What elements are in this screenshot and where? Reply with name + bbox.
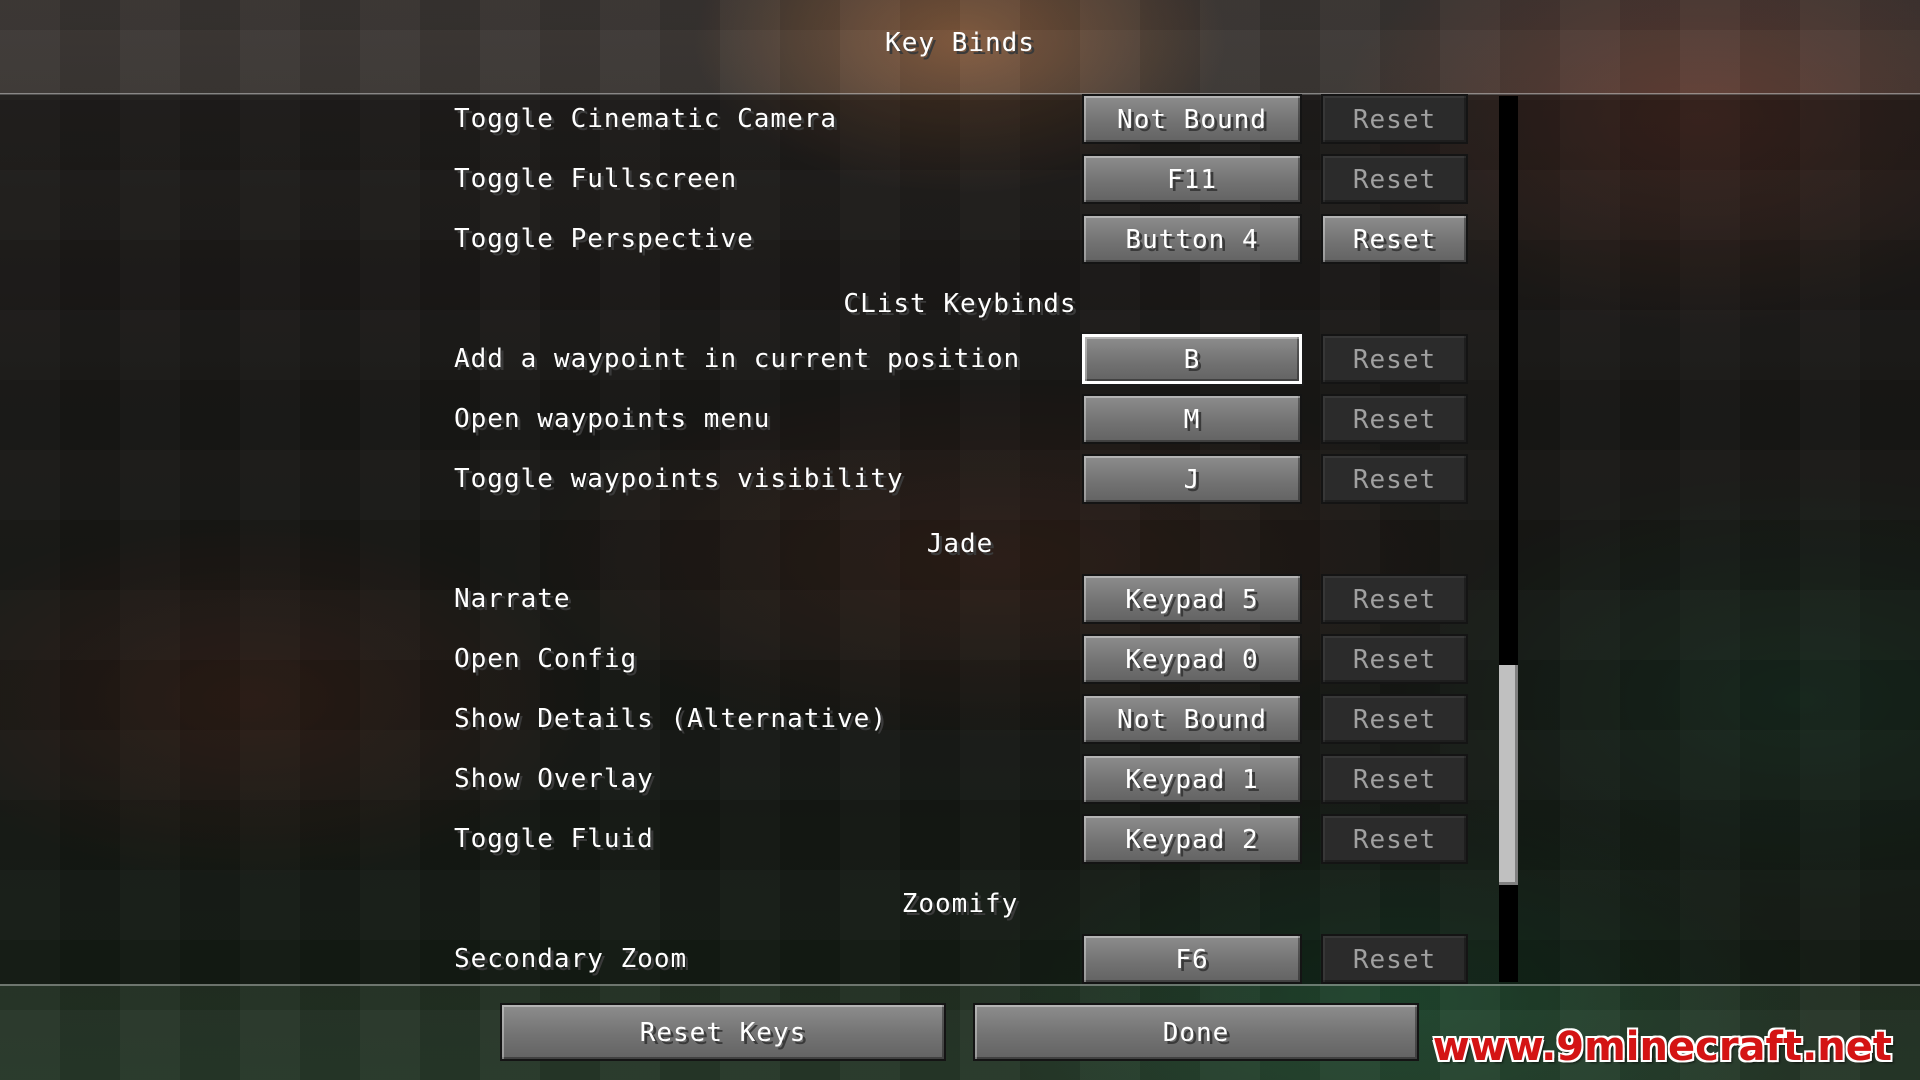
key-button-open-waypoints-menu[interactable]: M <box>1082 394 1302 444</box>
key-button-toggle-cinematic-camera[interactable]: Not Bound <box>1082 94 1302 144</box>
list-bottom-divider <box>0 984 1920 986</box>
key-button-toggle-fullscreen[interactable]: F11 <box>1082 154 1302 204</box>
reset-keys-button[interactable]: Reset Keys <box>500 1003 946 1061</box>
key-button-show-details-alternative[interactable]: Not Bound <box>1082 694 1302 744</box>
reset-button-toggle-waypoints-visibility[interactable]: Reset <box>1321 454 1468 504</box>
keybind-label: Add a waypoint in current position <box>454 344 1021 374</box>
keybind-row-toggle-fullscreen: Toggle Fullscreen F11 Reset <box>0 154 1920 204</box>
keybind-label: Toggle Cinematic Camera <box>454 104 838 134</box>
key-button-toggle-fluid[interactable]: Keypad 2 <box>1082 814 1302 864</box>
category-header-zoomify: Zoomify <box>901 889 1019 919</box>
keybind-row-open-config: Open Config Keypad 0 Reset <box>0 634 1920 684</box>
keybind-label: Toggle Fluid <box>454 824 654 854</box>
category-header-jade: Jade <box>926 529 994 559</box>
key-button-secondary-zoom[interactable]: F6 <box>1082 934 1302 984</box>
reset-button-show-overlay[interactable]: Reset <box>1321 754 1468 804</box>
keybind-row-toggle-perspective: Toggle Perspective Button 4 Reset <box>0 214 1920 264</box>
key-button-narrate[interactable]: Keypad 5 <box>1082 574 1302 624</box>
keybind-row-toggle-waypoints-visibility: Toggle waypoints visibility J Reset <box>0 454 1920 504</box>
watermark-logo: www.9minecraft.net <box>1432 1024 1892 1070</box>
reset-button-open-config[interactable]: Reset <box>1321 634 1468 684</box>
keybind-label: Toggle Perspective <box>454 224 754 254</box>
keybind-row-show-overlay: Show Overlay Keypad 1 Reset <box>0 754 1920 804</box>
keybind-row-show-details-alternative: Show Details (Alternative) Not Bound Res… <box>0 694 1920 744</box>
keybind-label: Narrate <box>454 584 571 614</box>
keybind-label: Open waypoints menu <box>454 404 771 434</box>
screen-title: Key Binds <box>885 28 1035 58</box>
keybind-label: Toggle waypoints visibility <box>454 464 904 494</box>
key-button-add-waypoint[interactable]: B <box>1080 332 1304 386</box>
reset-button-open-waypoints-menu[interactable]: Reset <box>1321 394 1468 444</box>
reset-button-toggle-fullscreen[interactable]: Reset <box>1321 154 1468 204</box>
reset-button-toggle-perspective[interactable]: Reset <box>1321 214 1468 264</box>
key-button-toggle-perspective[interactable]: Button 4 <box>1082 214 1302 264</box>
reset-button-secondary-zoom[interactable]: Reset <box>1321 934 1468 984</box>
keybind-label: Open Config <box>454 644 638 674</box>
keybind-label: Show Details (Alternative) <box>454 704 887 734</box>
keybind-row-toggle-cinematic-camera: Toggle Cinematic Camera Not Bound Reset <box>0 94 1920 144</box>
reset-button-add-waypoint[interactable]: Reset <box>1321 334 1468 384</box>
reset-button-toggle-fluid[interactable]: Reset <box>1321 814 1468 864</box>
reset-button-toggle-cinematic-camera[interactable]: Reset <box>1321 94 1468 144</box>
keybind-row-toggle-fluid: Toggle Fluid Keypad 2 Reset <box>0 814 1920 864</box>
key-button-toggle-waypoints-visibility[interactable]: J <box>1082 454 1302 504</box>
reset-button-narrate[interactable]: Reset <box>1321 574 1468 624</box>
scrollbar-thumb[interactable] <box>1499 665 1518 885</box>
keybind-label: Show Overlay <box>454 764 654 794</box>
keybind-label: Secondary Zoom <box>454 944 688 974</box>
keybind-row-add-waypoint: Add a waypoint in current position B Res… <box>0 332 1920 386</box>
key-button-show-overlay[interactable]: Keypad 1 <box>1082 754 1302 804</box>
keybind-row-secondary-zoom: Secondary Zoom F6 Reset <box>0 934 1920 984</box>
key-button-open-config[interactable]: Keypad 0 <box>1082 634 1302 684</box>
category-header-clist-keybinds: CList Keybinds <box>843 289 1077 319</box>
reset-button-show-details-alternative[interactable]: Reset <box>1321 694 1468 744</box>
done-button[interactable]: Done <box>973 1003 1419 1061</box>
keybind-label: Toggle Fullscreen <box>454 164 738 194</box>
keybind-row-narrate: Narrate Keypad 5 Reset <box>0 574 1920 624</box>
keybind-row-open-waypoints-menu: Open waypoints menu M Reset <box>0 394 1920 444</box>
